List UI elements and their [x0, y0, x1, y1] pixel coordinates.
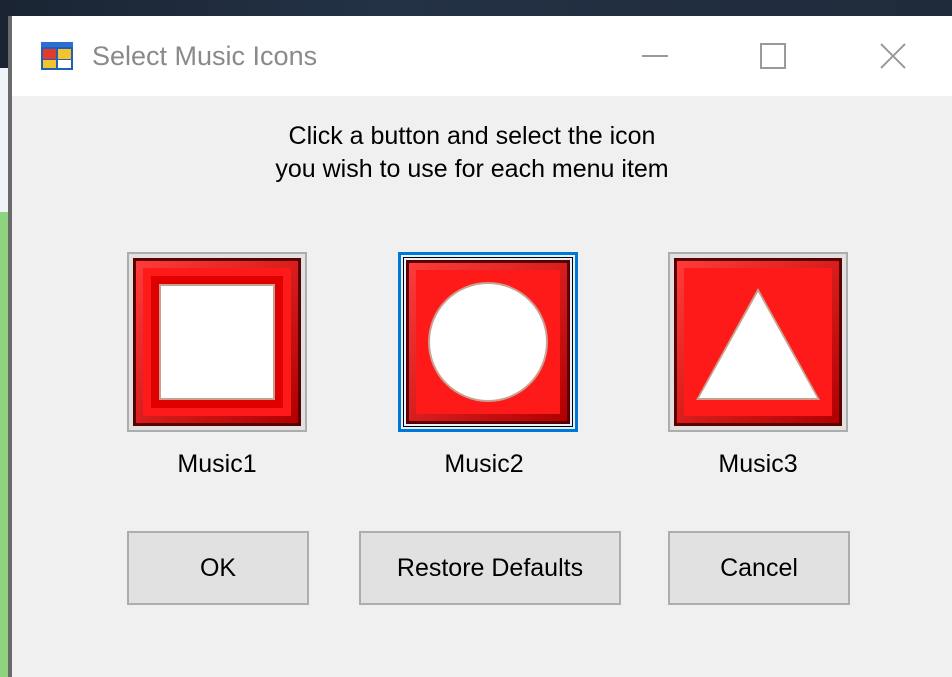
instructions-text: Click a button and select the icon you w… — [212, 120, 732, 186]
window-title: Select Music Icons — [92, 41, 318, 71]
instructions-line: Click a button and select the icon — [288, 122, 656, 150]
select-music-icons-dialog: Select Music Icons Click a button and se… — [12, 16, 952, 677]
music3-icon-button[interactable] — [668, 252, 848, 432]
music2-label: Music2 — [444, 450, 524, 478]
minimize-button[interactable] — [612, 28, 698, 84]
restore-defaults-button[interactable]: Restore Defaults — [359, 531, 621, 605]
background-top-strip — [0, 0, 952, 16]
ok-button[interactable]: OK — [127, 531, 309, 605]
maximize-button[interactable] — [730, 28, 816, 84]
close-button[interactable] — [850, 28, 936, 84]
cancel-button[interactable]: Cancel — [668, 531, 850, 605]
winforms-app-icon — [40, 40, 74, 72]
instructions-line: you wish to use for each menu item — [275, 155, 669, 183]
music3-label: Music3 — [718, 450, 798, 478]
music2-icon-button[interactable] — [398, 252, 578, 432]
close-icon — [880, 43, 906, 69]
maximize-icon — [760, 43, 786, 69]
background-left-strip — [0, 212, 8, 677]
music1-label: Music1 — [177, 450, 257, 478]
circle-icon — [403, 257, 573, 427]
background-left-strip — [0, 16, 8, 68]
minimize-icon — [642, 55, 668, 57]
title-bar[interactable]: Select Music Icons — [12, 16, 952, 96]
triangle-icon — [674, 258, 842, 426]
music1-icon-button[interactable] — [127, 252, 307, 432]
background-left-strip — [0, 68, 8, 212]
square-icon — [133, 258, 301, 426]
